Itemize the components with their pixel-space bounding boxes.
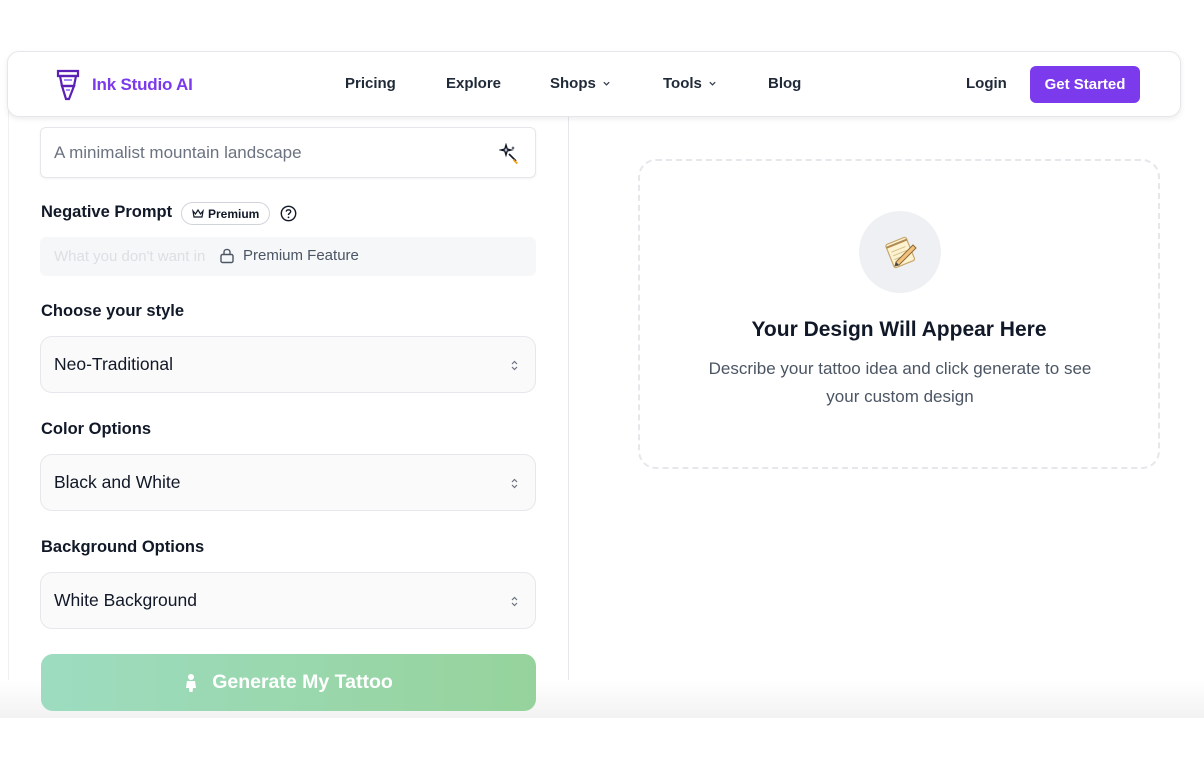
nav-pricing-label: Pricing [345,75,396,92]
brand-logo[interactable]: Ink Studio AI [54,68,193,102]
generate-button-label: Generate My Tattoo [212,671,393,693]
negative-prompt-label: Negative Prompt [41,203,173,221]
premium-lock: Premium Feature [219,247,359,264]
style-label: Choose your style [41,302,185,320]
login-link[interactable]: Login [966,75,1007,92]
negative-prompt-input[interactable]: What you don't want in Premium Feature [40,237,536,276]
color-select[interactable]: Black and White [40,454,536,511]
ink-logo-icon [56,69,80,101]
nav-shops-label: Shops [550,75,596,92]
brand-name: Ink Studio AI [92,75,193,94]
lock-icon [220,248,234,264]
nav-blog-label: Blog [768,75,802,92]
prompt-input[interactable]: A minimalist mountain landscape [40,127,536,178]
tattoo-figure-icon [186,673,197,692]
nav-blog[interactable]: Blog [768,75,801,92]
background-select-value: White Background [54,590,197,610]
color-options-label: Color Options [41,420,151,438]
nav-explore[interactable]: Explore [446,75,501,92]
style-select-value: Neo-Traditional [54,354,173,374]
select-arrows-icon [511,478,518,489]
page: Ink Studio AI Pricing Explore Shops Tool… [0,0,1204,768]
prompt-value: A minimalist mountain landscape [54,142,302,162]
premium-feature-text: Premium Feature [243,247,359,264]
chevron-down-icon [603,81,610,86]
top-navbar: Ink Studio AI Pricing Explore Shops Tool… [7,51,1181,117]
nav-explore-label: Explore [446,75,502,92]
select-arrows-icon [511,596,518,607]
background-options-label: Background Options [41,538,205,556]
nav-tools[interactable]: Tools [663,75,717,92]
select-arrows-icon [511,360,518,371]
chevron-down-icon [709,81,716,86]
memo-icon [885,236,917,269]
nav-tools-label: Tools [663,75,702,92]
generate-button[interactable]: Generate My Tattoo [41,654,536,711]
bottom-area [0,718,1204,768]
nav-pricing[interactable]: Pricing [345,75,396,92]
preview-description: Describe your tattoo idea and click gene… [708,359,1092,406]
help-icon[interactable] [280,205,297,222]
preview-title: Your Design Will Appear Here [751,318,1047,341]
nav-shops[interactable]: Shops [550,75,611,92]
design-preview-area: Your Design Will Appear Here Describe yo… [638,159,1160,469]
get-started-button[interactable]: Get Started [1030,66,1140,103]
premium-badge-label: Premium [208,206,260,221]
background-select[interactable]: White Background [40,572,536,629]
color-select-value: Black and White [54,472,181,492]
crown-icon [192,208,204,218]
style-select[interactable]: Neo-Traditional [40,336,536,393]
negative-prompt-placeholder: What you don't want in [54,248,206,265]
preview-icon-circle [859,211,941,293]
magic-wand-icon[interactable] [499,143,521,165]
premium-badge: Premium [181,202,271,225]
